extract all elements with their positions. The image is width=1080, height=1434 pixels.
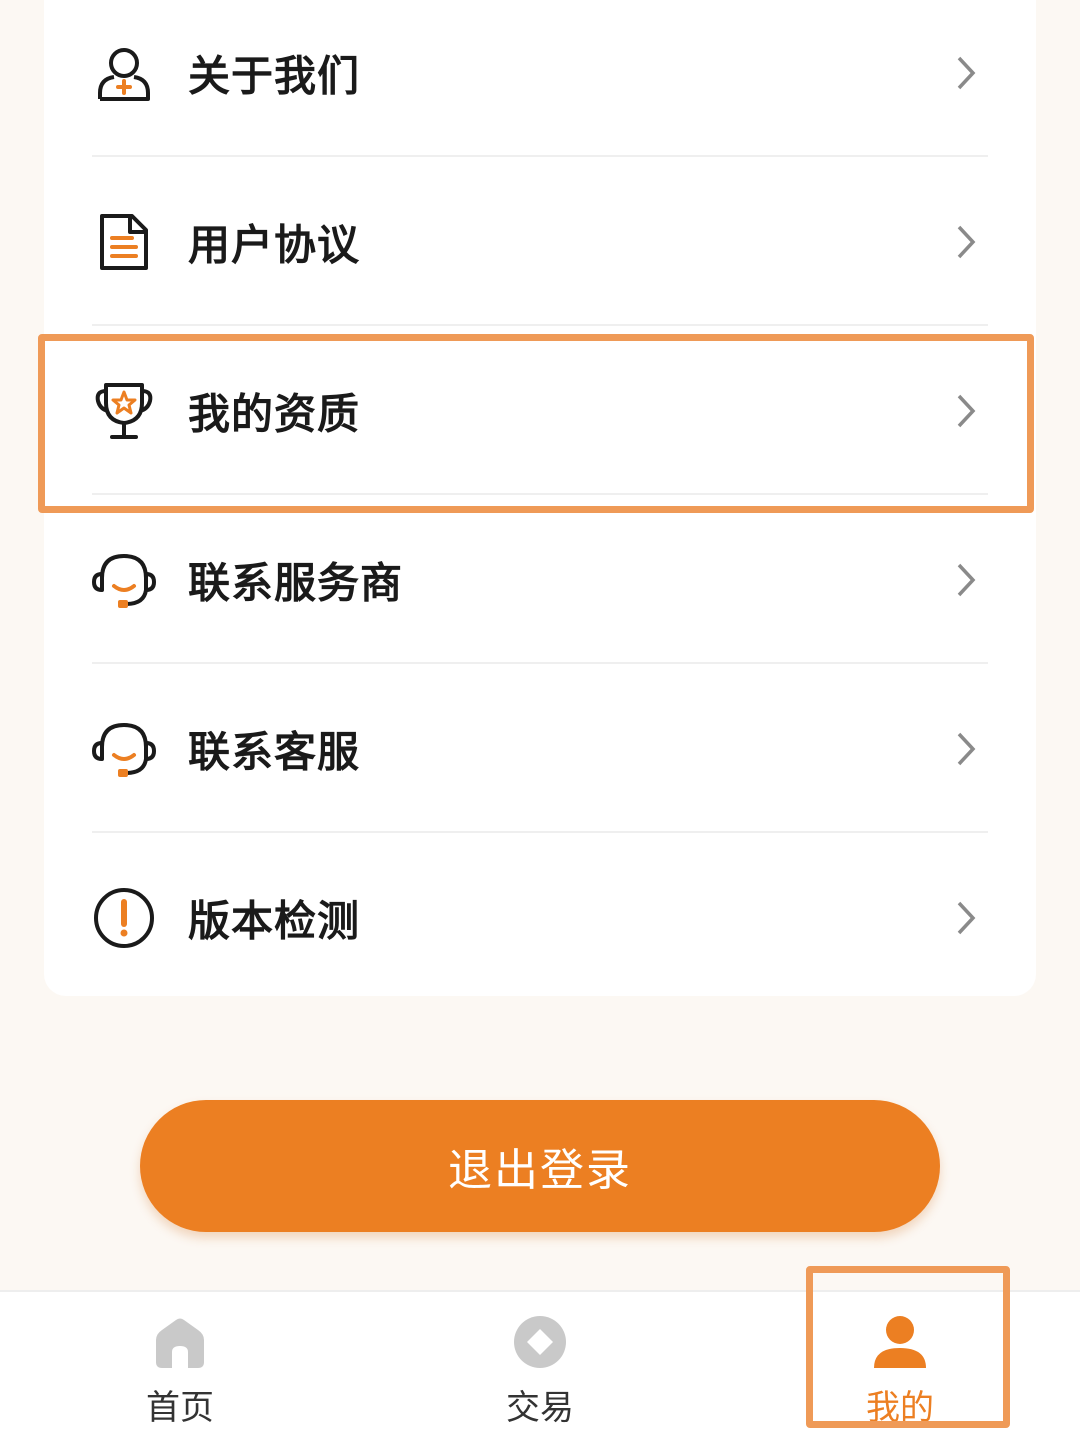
trade-icon bbox=[510, 1312, 570, 1372]
tab-mine[interactable]: 我的 bbox=[720, 1292, 1080, 1434]
tab-trade[interactable]: 交易 bbox=[360, 1292, 720, 1434]
bottom-tab-bar: 首页 交易 我的 bbox=[0, 1290, 1080, 1434]
headset-icon bbox=[92, 717, 156, 781]
user-icon bbox=[870, 1312, 930, 1372]
chevron-right-icon bbox=[957, 732, 976, 765]
about-us-icon bbox=[92, 41, 156, 105]
menu-item-user-agreement[interactable]: 用户协议 bbox=[44, 157, 1036, 326]
logout-button[interactable]: 退出登录 bbox=[140, 1100, 940, 1232]
menu-item-about-us[interactable]: 关于我们 bbox=[44, 0, 1036, 157]
settings-menu-card: 关于我们 用户协议 我的资质 联系服务商 联系客服 版本检测 bbox=[44, 0, 1036, 996]
tab-home[interactable]: 首页 bbox=[0, 1292, 360, 1434]
menu-item-label: 我的资质 bbox=[188, 389, 361, 438]
chevron-right-icon bbox=[957, 225, 976, 258]
document-icon bbox=[92, 210, 156, 274]
chevron-right-icon bbox=[957, 56, 976, 89]
menu-item-label: 联系服务商 bbox=[188, 558, 404, 607]
menu-item-label: 关于我们 bbox=[188, 51, 361, 100]
menu-item-version-check[interactable]: 版本检测 bbox=[44, 833, 1036, 1002]
menu-item-my-qualifications[interactable]: 我的资质 bbox=[44, 326, 1036, 495]
chevron-right-icon bbox=[957, 901, 976, 934]
tab-label: 交易 bbox=[506, 1388, 574, 1428]
home-icon bbox=[150, 1312, 210, 1372]
menu-item-label: 版本检测 bbox=[188, 896, 361, 945]
menu-item-contact-provider[interactable]: 联系服务商 bbox=[44, 495, 1036, 664]
tab-label: 我的 bbox=[866, 1388, 934, 1428]
headset-icon bbox=[92, 548, 156, 612]
trophy-icon bbox=[92, 379, 156, 443]
chevron-right-icon bbox=[957, 563, 976, 596]
chevron-right-icon bbox=[957, 394, 976, 427]
menu-item-contact-support[interactable]: 联系客服 bbox=[44, 664, 1036, 833]
tab-label: 首页 bbox=[146, 1388, 214, 1428]
alert-circle-icon bbox=[92, 886, 156, 950]
menu-item-label: 联系客服 bbox=[188, 727, 361, 776]
menu-item-label: 用户协议 bbox=[188, 220, 361, 269]
